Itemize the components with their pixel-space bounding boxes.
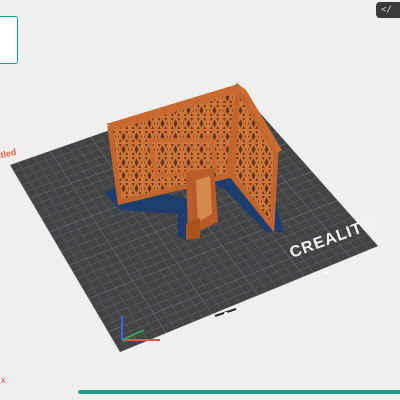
object-list-panel[interactable] — [0, 16, 18, 64]
3d-viewport[interactable]: CREALITY itled — [0, 0, 400, 400]
progress-bar-fill — [78, 390, 400, 394]
progress-bar — [78, 390, 400, 394]
scene: CREALITY — [10, 82, 378, 352]
plate-hole-icon — [324, 271, 328, 275]
code-view-button[interactable]: </ — [376, 2, 400, 18]
plate-hole-icon — [224, 312, 228, 316]
close-icon[interactable]: x — [1, 376, 6, 385]
